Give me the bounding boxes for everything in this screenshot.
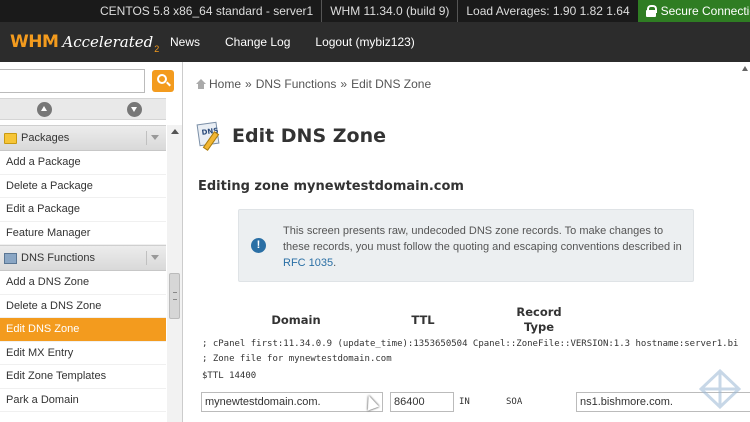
sidebar-item-edit-zone-templates[interactable]: Edit Zone Templates: [0, 365, 166, 389]
sidebar-item-edit-mx-entry[interactable]: Edit MX Entry: [0, 342, 166, 365]
breadcrumb: Home » DNS Functions » Edit DNS Zone: [196, 77, 431, 91]
breadcrumb-home[interactable]: Home: [209, 77, 241, 91]
nav-news[interactable]: News: [170, 35, 200, 49]
collapse-all-button[interactable]: [37, 102, 52, 117]
expand-all-button[interactable]: [127, 102, 142, 117]
sidebar-menu: Packages Add a Package Delete a Package …: [0, 125, 166, 412]
section-packages-label: Packages: [21, 132, 70, 144]
section-dns-functions[interactable]: DNS Functions: [0, 245, 166, 271]
search-button[interactable]: [152, 70, 174, 92]
sidebar-item-park-domain[interactable]: Park a Domain: [0, 389, 166, 412]
sidebar: Packages Add a Package Delete a Package …: [0, 62, 183, 422]
sidebar-item-delete-package[interactable]: Delete a Package: [0, 175, 166, 198]
status-bar: CENTOS 5.8 x86_64 standard - server1 WHM…: [0, 0, 750, 22]
whm-logo[interactable]: WHM Accelerated 2: [0, 22, 170, 62]
sidebar-item-edit-package[interactable]: Edit a Package: [0, 198, 166, 222]
section-packages[interactable]: Packages: [0, 125, 166, 151]
logo-version: 2: [154, 44, 160, 54]
scroll-up-icon[interactable]: [171, 129, 179, 134]
server-info: CENTOS 5.8 x86_64 standard - server1: [100, 4, 314, 18]
recorder-watermark-icon: [699, 369, 741, 409]
page-header: DNS Edit DNS Zone: [196, 121, 386, 151]
sidebar-item-add-package[interactable]: Add a Package: [0, 151, 166, 175]
logo-accelerated: Accelerated: [62, 33, 154, 51]
sidebar-item-edit-dns-zone[interactable]: Edit DNS Zone: [0, 318, 166, 342]
dns-icon: [4, 252, 17, 264]
nav-logout[interactable]: Logout (mybiz123): [315, 35, 414, 49]
sidebar-item-delete-dns-zone[interactable]: Delete a DNS Zone: [0, 295, 166, 318]
breadcrumb-current: Edit DNS Zone: [351, 77, 432, 91]
whm-version: WHM 11.34.0 (build 9): [321, 0, 457, 22]
dns-zone-icon: DNS: [196, 121, 224, 151]
column-header-ttl: TTL: [411, 313, 435, 327]
zone-comment-line: ; Zone file for mynewtestdomain.com: [202, 354, 392, 364]
breadcrumb-dns-functions[interactable]: DNS Functions: [256, 77, 337, 91]
home-icon[interactable]: [196, 79, 206, 89]
zone-comment-line: ; cPanel first:11.34.0.9 (update_time):1…: [202, 339, 739, 349]
ttl-field[interactable]: [390, 392, 454, 412]
domain-field[interactable]: [201, 392, 383, 412]
chevron-down-icon[interactable]: [146, 131, 160, 145]
sidebar-item-feature-manager[interactable]: Feature Manager: [0, 222, 166, 245]
chevron-down-icon[interactable]: [146, 251, 160, 265]
column-header-record-type: Record Type: [516, 305, 562, 334]
page-title: Edit DNS Zone: [232, 125, 387, 147]
lock-icon: [645, 5, 657, 17]
zone-heading: Editing zone mynewtestdomain.com: [198, 179, 464, 194]
rfc-1035-link[interactable]: RFC 1035: [283, 257, 333, 269]
info-icon: [251, 238, 266, 253]
breadcrumb-separator: »: [245, 77, 252, 91]
sidebar-search: [0, 69, 175, 93]
column-header-domain: Domain: [271, 313, 321, 327]
secure-connection-label: Secure Connection: [660, 4, 750, 18]
package-icon: [4, 132, 17, 144]
zone-ttl-line: $TTL 14400: [202, 371, 257, 381]
secure-connection-badge[interactable]: Secure Connection: [637, 0, 750, 22]
sidebar-item-add-dns-zone[interactable]: Add a DNS Zone: [0, 271, 166, 295]
logo-whm: WHM: [10, 32, 59, 52]
breadcrumb-separator: »: [340, 77, 348, 91]
nav-change-log[interactable]: Change Log: [225, 35, 290, 49]
top-nav: WHM Accelerated 2 News Change Log Logout…: [0, 22, 750, 62]
main-content: Home » DNS Functions » Edit DNS Zone DNS…: [184, 62, 750, 422]
sidebar-scrollbar[interactable]: [167, 125, 182, 422]
load-averages: Load Averages: 1.90 1.82 1.64: [457, 0, 637, 22]
whm-window: CENTOS 5.8 x86_64 standard - server1 WHM…: [0, 0, 750, 422]
search-input[interactable]: [0, 69, 145, 93]
record-type: SOA: [506, 397, 523, 407]
page-scroll-up-icon[interactable]: [740, 62, 750, 107]
scrollbar-thumb[interactable]: [169, 273, 180, 319]
info-notice: This screen presents raw, undecoded DNS …: [238, 209, 694, 282]
section-dns-label: DNS Functions: [21, 252, 95, 264]
collapse-bar: [0, 98, 166, 120]
record-class: IN: [459, 397, 470, 407]
notice-text: This screen presents raw, undecoded DNS …: [283, 225, 682, 269]
